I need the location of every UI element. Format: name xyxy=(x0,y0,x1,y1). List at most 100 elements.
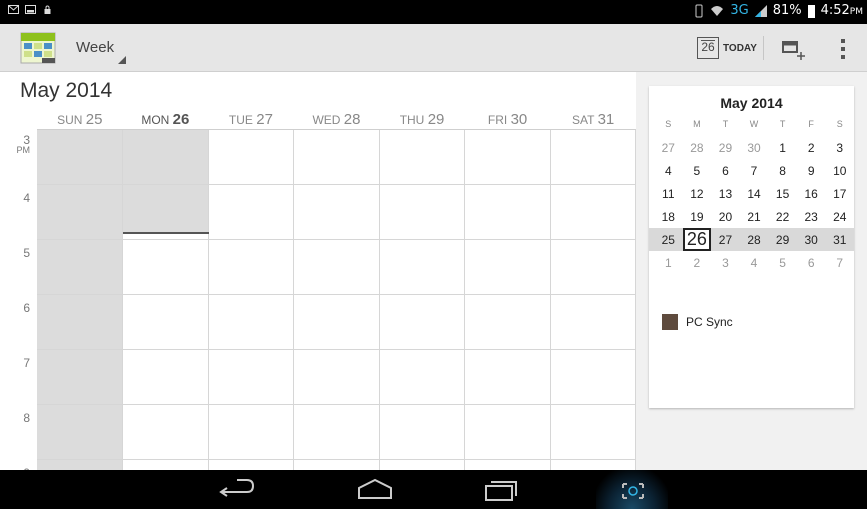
calendar-app-icon[interactable] xyxy=(20,30,56,66)
day-header-mon[interactable]: MON 26 xyxy=(123,108,209,129)
mini-day[interactable]: 11 xyxy=(654,187,683,201)
hour-gridline xyxy=(37,349,636,350)
today-calendar-icon: 26 xyxy=(697,37,719,59)
mini-day[interactable]: 6 xyxy=(797,256,826,270)
mini-day[interactable]: 30 xyxy=(740,141,769,155)
mini-day[interactable]: 9 xyxy=(797,164,826,178)
mini-calendar-title: May 2014 xyxy=(720,95,783,111)
hour-label: 6 xyxy=(23,301,30,315)
mini-day[interactable]: 5 xyxy=(768,256,797,270)
mini-day[interactable]: 10 xyxy=(825,164,854,178)
mini-day[interactable]: 8 xyxy=(768,164,797,178)
mini-calendar-weekdays: SMTWTFS xyxy=(654,119,854,129)
day-header-dow: WED xyxy=(312,113,344,127)
mini-day[interactable]: 2 xyxy=(797,141,826,155)
mini-day[interactable]: 2 xyxy=(683,256,712,270)
hour-label: 4 xyxy=(23,191,30,205)
day-header-dow: SUN xyxy=(57,113,86,127)
mini-weekday-label: T xyxy=(722,119,729,129)
clock: 4:52PM xyxy=(820,3,863,18)
week-view[interactable]: SUN 25 MON 26 TUE 27 WED 28 THU 29 FRI 30 SAT … xyxy=(0,108,636,470)
mini-day[interactable]: 3 xyxy=(825,141,854,155)
mini-week-row[interactable]: 1234567 xyxy=(654,251,854,275)
mini-day[interactable]: 25 xyxy=(654,233,683,247)
view-spinner-label[interactable]: Week xyxy=(76,39,114,56)
mini-month-calendar[interactable]: May 2014 SMTWTFS 27 28 29 30 1 2 3 4 5 6 7 8 9 10 11 12… xyxy=(649,86,854,408)
day-column-mon[interactable] xyxy=(123,130,209,470)
day-column-sat[interactable] xyxy=(550,130,636,470)
mini-week-row[interactable]: 27 28 29 30 1 2 3 xyxy=(654,136,854,159)
day-header-date: 28 xyxy=(343,111,361,128)
mini-day[interactable]: 7 xyxy=(740,164,769,178)
mini-day[interactable]: 14 xyxy=(740,187,769,201)
mini-day[interactable]: 26 xyxy=(682,228,712,251)
day-header-wed[interactable]: WED 28 xyxy=(294,108,380,129)
mini-week-row[interactable]: 18 19 20 21 22 23 24 xyxy=(654,205,854,228)
mini-day[interactable]: 18 xyxy=(654,210,683,224)
mini-day[interactable]: 22 xyxy=(768,210,797,224)
week-grid[interactable] xyxy=(37,130,636,470)
mini-day[interactable]: 29 xyxy=(768,233,797,247)
back-icon[interactable] xyxy=(217,476,257,504)
mini-day[interactable]: 31 xyxy=(825,233,854,247)
day-header-thu[interactable]: THU 29 xyxy=(379,108,465,129)
mini-day[interactable]: 20 xyxy=(711,210,740,224)
mini-day[interactable]: 27 xyxy=(654,141,683,155)
calendar-color-swatch xyxy=(662,314,678,330)
month-title: May 2014 xyxy=(20,79,113,102)
battery-percent: 81% xyxy=(772,3,802,18)
day-column-wed[interactable] xyxy=(294,130,380,470)
mini-week-row[interactable]: 11 12 13 14 15 16 17 xyxy=(654,182,854,205)
recent-apps-icon[interactable] xyxy=(480,476,520,504)
day-column-fri[interactable] xyxy=(465,130,551,470)
overflow-menu-icon[interactable] xyxy=(838,37,848,61)
mini-day[interactable]: 27 xyxy=(711,233,740,247)
vibrate-icon xyxy=(695,4,703,17)
mini-day[interactable]: 24 xyxy=(825,210,854,224)
spinner-arrow-icon[interactable] xyxy=(118,56,126,64)
mini-day[interactable]: 1 xyxy=(768,141,797,155)
day-header-date: 26 xyxy=(172,111,190,128)
hour-label: 7 xyxy=(23,356,30,370)
mini-day[interactable]: 21 xyxy=(740,210,769,224)
mini-week-row[interactable]: 4 5 6 7 8 9 10 xyxy=(654,159,854,182)
day-column-sun[interactable] xyxy=(37,130,123,470)
mini-day[interactable]: 16 xyxy=(797,187,826,201)
mini-day[interactable]: 4 xyxy=(740,256,769,270)
mini-day[interactable]: 13 xyxy=(711,187,740,201)
mini-day[interactable]: 23 xyxy=(797,210,826,224)
day-column-tue[interactable] xyxy=(208,130,295,470)
mini-day[interactable]: 28 xyxy=(683,141,712,155)
mini-day[interactable]: 30 xyxy=(797,233,826,247)
mini-day[interactable]: 29 xyxy=(711,141,740,155)
today-label: TODAY xyxy=(723,42,757,54)
day-header-sat[interactable]: SAT 31 xyxy=(550,108,636,129)
mini-day[interactable]: 3 xyxy=(711,256,740,270)
day-header-fri[interactable]: FRI 30 xyxy=(465,108,551,129)
mini-day[interactable]: 17 xyxy=(825,187,854,201)
calendar-list-item[interactable]: PC Sync xyxy=(662,314,733,330)
mini-day[interactable]: 12 xyxy=(683,187,712,201)
mini-day[interactable]: 5 xyxy=(683,164,712,178)
day-header-sun[interactable]: SUN 25 xyxy=(37,108,123,129)
mini-weekday-label: T xyxy=(779,119,786,129)
mini-day[interactable]: 1 xyxy=(654,256,683,270)
side-panel: May 2014 SMTWTFS 27 28 29 30 1 2 3 4 5 6 7 8 9 10 11 12… xyxy=(636,72,867,470)
mini-calendar-days[interactable]: 27 28 29 30 1 2 3 4 5 6 7 8 9 10 11 12 13 14 15 16 17 18 19 20 2… xyxy=(649,136,854,275)
day-header-dow: SAT xyxy=(572,113,598,127)
mini-day[interactable]: 7 xyxy=(825,256,854,270)
today-button[interactable]: 26 TODAY xyxy=(697,33,757,63)
mini-day[interactable]: 28 xyxy=(740,233,769,247)
mini-day[interactable]: 6 xyxy=(711,164,740,178)
mini-day[interactable]: 15 xyxy=(768,187,797,201)
new-event-icon[interactable] xyxy=(779,38,807,60)
mini-day[interactable]: 4 xyxy=(654,164,683,178)
mini-day[interactable]: 19 xyxy=(683,210,712,224)
network-type: 3G xyxy=(730,3,749,18)
screenshot-capture-icon[interactable] xyxy=(613,476,653,504)
home-icon[interactable] xyxy=(355,476,395,504)
day-header-tue[interactable]: TUE 27 xyxy=(208,108,294,129)
mini-week-row[interactable]: 25 26 27 28 29 30 31 xyxy=(649,228,854,251)
day-column-thu[interactable] xyxy=(379,130,466,470)
navigation-bar xyxy=(0,470,867,509)
